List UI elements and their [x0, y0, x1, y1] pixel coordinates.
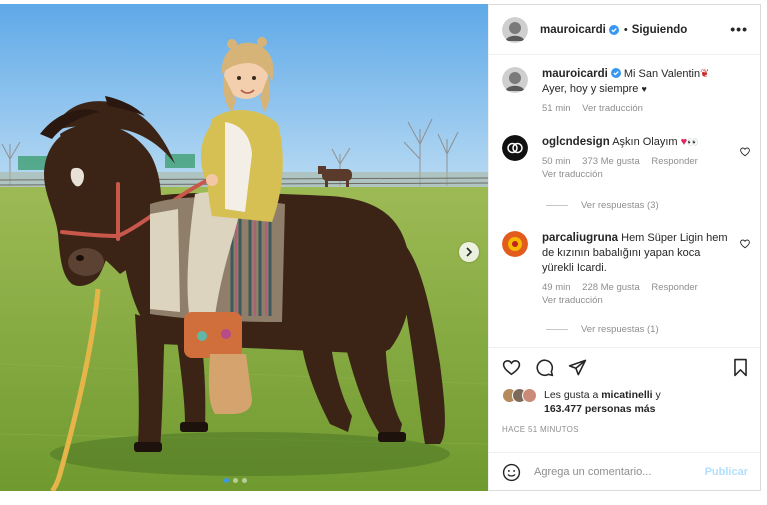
comment-meta: 50 min 373 Me gusta Responder Ver traduc… — [542, 155, 732, 181]
likes-user[interactable]: micatinelli — [601, 389, 652, 401]
liker-avatars[interactable] — [502, 388, 542, 404]
commenter-username[interactable]: oglcndesign — [542, 136, 610, 148]
commenter-avatar[interactable] — [502, 135, 528, 161]
carousel-indicator — [224, 478, 247, 483]
rose-emoji-icon: ❦ — [700, 68, 710, 80]
post-side-panel: mauroicardi • Siguiendo ••• mauroicardi … — [488, 4, 761, 491]
carousel-dot-active — [224, 478, 229, 483]
comment-time: 49 min — [542, 282, 571, 293]
reply-button[interactable]: Responder — [651, 156, 697, 167]
comment-input[interactable] — [534, 466, 694, 478]
heart-icon[interactable] — [502, 358, 521, 377]
verified-icon — [610, 68, 621, 78]
eyes-emoji-icon: 👀 — [687, 137, 699, 147]
view-replies-button[interactable]: Ver respuestas (1) — [546, 324, 659, 335]
post-header: mauroicardi • Siguiendo ••• — [489, 5, 760, 55]
likes-summary: Les gusta a micatinelli y 163.477 person… — [502, 388, 661, 416]
post-photo — [0, 4, 488, 491]
caption-line-2: Ayer, hoy y siempre — [542, 83, 639, 95]
caption-meta: 51 min Ver traducción — [542, 102, 732, 115]
comment-meta: 49 min 228 Me gusta Responder Ver traduc… — [542, 281, 732, 307]
commenter-avatar[interactable] — [502, 231, 528, 257]
replies-divider — [546, 205, 568, 206]
comment-likes[interactable]: 228 Me gusta — [582, 282, 640, 293]
bookmark-icon[interactable] — [731, 358, 750, 377]
likes-count[interactable]: 163.477 personas más — [544, 403, 656, 415]
caption-time: 51 min — [542, 103, 571, 114]
replies-divider — [546, 329, 568, 330]
instagram-post-frame: mauroicardi • Siguiendo ••• mauroicardi … — [0, 0, 767, 505]
more-options-button[interactable]: ••• — [730, 21, 748, 37]
carousel-dot — [233, 478, 238, 483]
commenter-username[interactable]: parcaliugruna — [542, 232, 618, 244]
publish-button[interactable]: Publicar — [705, 466, 748, 478]
photo-illustration — [0, 4, 488, 491]
comment-composer: Publicar — [489, 452, 760, 491]
view-replies-label: Ver respuestas (1) — [581, 324, 659, 335]
comment-body: oglcndesign Aşkın Olayım ♥👀 50 min 373 M… — [542, 135, 732, 181]
caption-avatar[interactable] — [502, 67, 528, 93]
comment-body: parcaliugruna Hem Süper Ligin hem de kız… — [542, 231, 732, 307]
caption-username[interactable]: mauroicardi — [542, 68, 608, 80]
view-replies-button[interactable]: Ver respuestas (3) — [546, 200, 659, 211]
heart-icon[interactable] — [740, 239, 750, 249]
next-photo-button[interactable] — [459, 242, 479, 262]
caption-body: mauroicardi Mi San Valentin❦ Ayer, hoy y… — [542, 67, 732, 115]
comment-icon[interactable] — [535, 358, 554, 377]
share-icon[interactable] — [568, 358, 587, 377]
verified-icon — [608, 24, 619, 35]
view-replies-label: Ver respuestas (3) — [581, 200, 659, 211]
post-timestamp[interactable]: HACE 51 MINUTOS — [502, 425, 579, 434]
reply-button[interactable]: Responder — [651, 282, 697, 293]
comment-time: 50 min — [542, 156, 571, 167]
comment-translate-link[interactable]: Ver traducción — [542, 295, 603, 306]
author-info: mauroicardi • Siguiendo — [540, 24, 687, 36]
author-avatar[interactable] — [502, 16, 528, 43]
author-username[interactable]: mauroicardi — [540, 24, 606, 36]
comment-text: Aşkın Olayım — [612, 136, 678, 148]
caption-translate-link[interactable]: Ver traducción — [582, 103, 643, 114]
heart-emoji-icon: ♥ — [641, 84, 647, 94]
caption-text: Mi San Valentin — [623, 68, 701, 80]
emoji-icon[interactable] — [502, 463, 521, 482]
carousel-dot — [242, 478, 247, 483]
chevron-right-icon — [466, 247, 473, 257]
heart-icon[interactable] — [740, 147, 750, 157]
likes-prefix: Les gusta a — [544, 389, 599, 401]
likes-conj: y — [655, 389, 661, 401]
comment-translate-link[interactable]: Ver traducción — [542, 169, 603, 180]
following-button[interactable]: Siguiendo — [632, 24, 688, 36]
liker-avatar — [522, 388, 537, 403]
comment-likes[interactable]: 373 Me gusta — [582, 156, 640, 167]
likes-text: Les gusta a micatinelli y 163.477 person… — [544, 388, 661, 416]
action-bar — [489, 347, 760, 387]
separator-dot: • — [623, 23, 628, 36]
